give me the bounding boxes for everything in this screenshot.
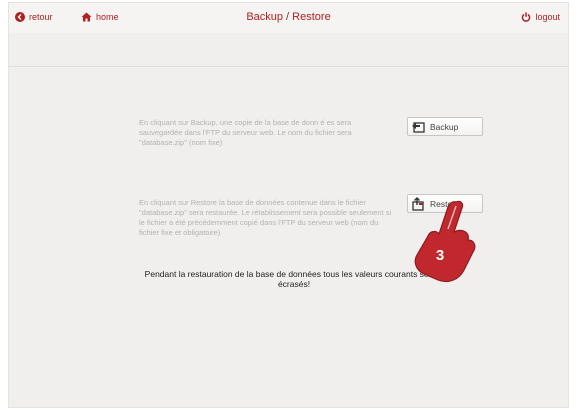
page-title: Backup / Restore: [246, 11, 331, 23]
backup-button-label: Backup: [430, 121, 459, 132]
logout-label: logout: [535, 12, 560, 22]
backup-description: En cliquant sur Backup, une copie de la …: [139, 118, 352, 147]
restore-description: En cliquant sur Restore la base de donné…: [139, 198, 392, 237]
logout-link[interactable]: logout: [521, 12, 560, 22]
backup-button[interactable]: Backup: [407, 117, 483, 136]
main-panel: retour home Backup / Restore logout En c…: [8, 2, 569, 408]
pointing-hand-icon: 3: [414, 200, 476, 283]
divider: [9, 66, 568, 67]
restore-warning: Pendant la restauration de la base de do…: [144, 269, 444, 289]
step-number: 3: [436, 247, 444, 264]
top-bar: retour home Backup / Restore logout: [9, 3, 568, 33]
backup-icon: [412, 121, 425, 133]
power-icon: [522, 12, 531, 22]
